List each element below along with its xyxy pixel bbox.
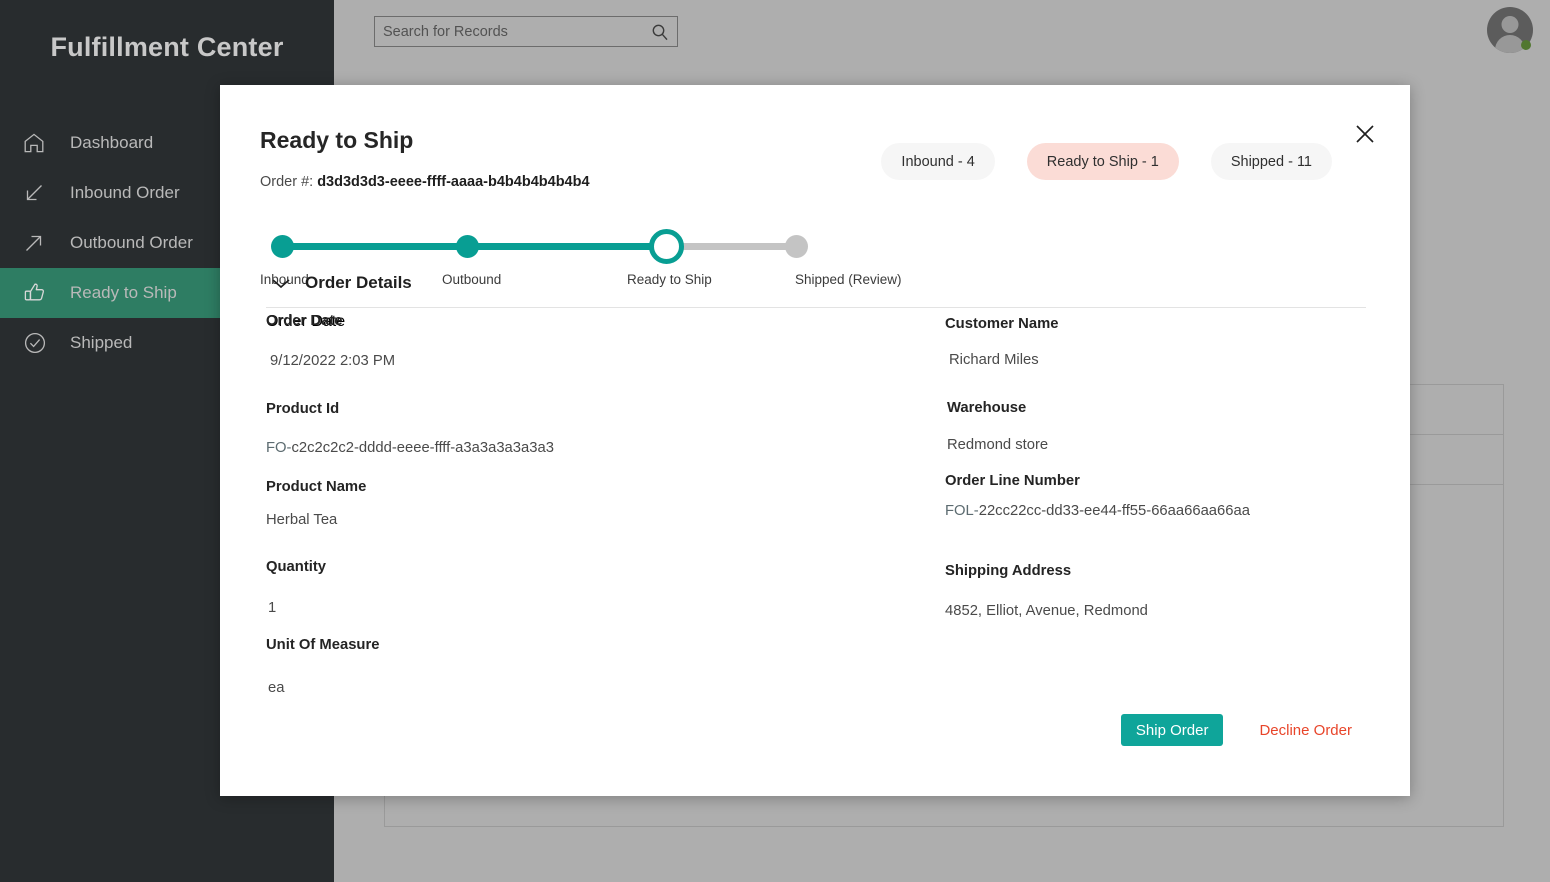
- unit-of-measure-value: ea: [268, 680, 284, 696]
- app-brand: Fulfillment Center: [0, 32, 334, 63]
- stepper-label-outbound: Outbound: [442, 272, 501, 287]
- check-circle-icon: [22, 329, 62, 357]
- pill-inbound[interactable]: Inbound - 4: [881, 143, 994, 180]
- quantity-value: 1: [268, 600, 276, 616]
- quantity-label: Quantity: [266, 559, 326, 575]
- sidebar-item-label: Outbound Order: [70, 233, 193, 253]
- home-icon: [22, 129, 62, 157]
- customer-name-label: Customer Name: [945, 316, 1058, 332]
- app-root: Fulfillment Center Dashboard: [0, 0, 1550, 882]
- sidebar-item-label: Dashboard: [70, 133, 153, 153]
- warehouse-value: Redmond store: [947, 437, 1048, 453]
- decline-order-button[interactable]: Decline Order: [1259, 722, 1352, 739]
- sidebar-item-label: Ready to Ship: [70, 283, 177, 303]
- sidebar-item-label: Inbound Order: [70, 183, 180, 203]
- order-number-label: Order #:: [260, 174, 313, 190]
- shipping-address-label: Shipping Address: [945, 563, 1071, 579]
- modal-actions: Ship Order Decline Order: [1121, 714, 1352, 746]
- customer-name-value: Richard Miles: [949, 352, 1039, 368]
- warehouse-label: Warehouse: [947, 400, 1026, 416]
- ship-order-button[interactable]: Ship Order: [1121, 714, 1224, 746]
- chevron-down-icon: [270, 276, 292, 290]
- status-filter-pills: Inbound - 4 Ready to Ship - 1 Shipped - …: [881, 143, 1332, 180]
- order-details-label: Order Details: [305, 273, 412, 293]
- section-divider: [266, 307, 1366, 308]
- product-id-guid: c2c2c2c2-dddd-eeee-ffff-a3a3a3a3a3a3: [291, 440, 553, 456]
- stepper-node-shipped[interactable]: [785, 235, 808, 258]
- order-line-number-label: Order Line Number: [945, 473, 1080, 489]
- thumbs-up-icon: [22, 279, 62, 307]
- pill-ready-to-ship[interactable]: Ready to Ship - 1: [1027, 143, 1179, 180]
- pill-shipped[interactable]: Shipped - 11: [1211, 143, 1332, 180]
- close-button[interactable]: [1348, 117, 1382, 151]
- unit-of-measure-label: Unit Of Measure: [266, 637, 379, 653]
- product-id-label: Product Id: [266, 401, 339, 417]
- arrow-in-icon: [22, 179, 62, 207]
- order-line-number-value: FOL-22cc22cc-dd33-ee44-ff55-66aa66aa66aa: [945, 503, 1250, 519]
- stepper-node-outbound[interactable]: [456, 235, 479, 258]
- order-line-number-prefix: FOL-: [945, 503, 979, 519]
- order-number-value: d3d3d3d3-eeee-ffff-aaaa-b4b4b4b4b4b4: [317, 174, 589, 190]
- stepper-label-ready: Ready to Ship: [627, 272, 712, 287]
- order-detail-modal: Ready to Ship Order #:d3d3d3d3-eeee-ffff…: [220, 85, 1410, 796]
- stepper-node-inbound[interactable]: [271, 235, 294, 258]
- product-name-value: Herbal Tea: [266, 512, 337, 528]
- stepper-node-ready[interactable]: [649, 229, 684, 264]
- product-id-value: FO-c2c2c2c2-dddd-eeee-ffff-a3a3a3a3a3a3: [266, 440, 554, 456]
- shipping-address-value: 4852, Elliot, Avenue, Redmond: [945, 603, 1148, 619]
- arrow-out-icon: [22, 229, 62, 257]
- close-icon: [1354, 123, 1376, 145]
- sidebar-item-label: Shipped: [70, 333, 132, 353]
- order-progress-stepper: Inbound Outbound Ready to Ship Shipped (…: [260, 210, 820, 270]
- order-date-value: 9/12/2022 2:03 PM: [270, 353, 395, 369]
- order-date-label: Order Date: [266, 313, 342, 329]
- order-line-number-guid: 22cc22cc-dd33-ee44-ff55-66aa66aa66aa: [979, 503, 1250, 519]
- order-details-grid: Order Date Order Date 9/12/2022 2:03 PM …: [220, 313, 1410, 733]
- stepper-label-shipped: Shipped (Review): [795, 272, 902, 287]
- order-number-line: Order #:d3d3d3d3-eeee-ffff-aaaa-b4b4b4b4…: [260, 174, 590, 190]
- modal-title: Ready to Ship: [260, 127, 413, 154]
- order-details-toggle[interactable]: Order Details: [270, 273, 412, 293]
- product-name-label: Product Name: [266, 479, 366, 495]
- product-id-prefix: FO-: [266, 440, 291, 456]
